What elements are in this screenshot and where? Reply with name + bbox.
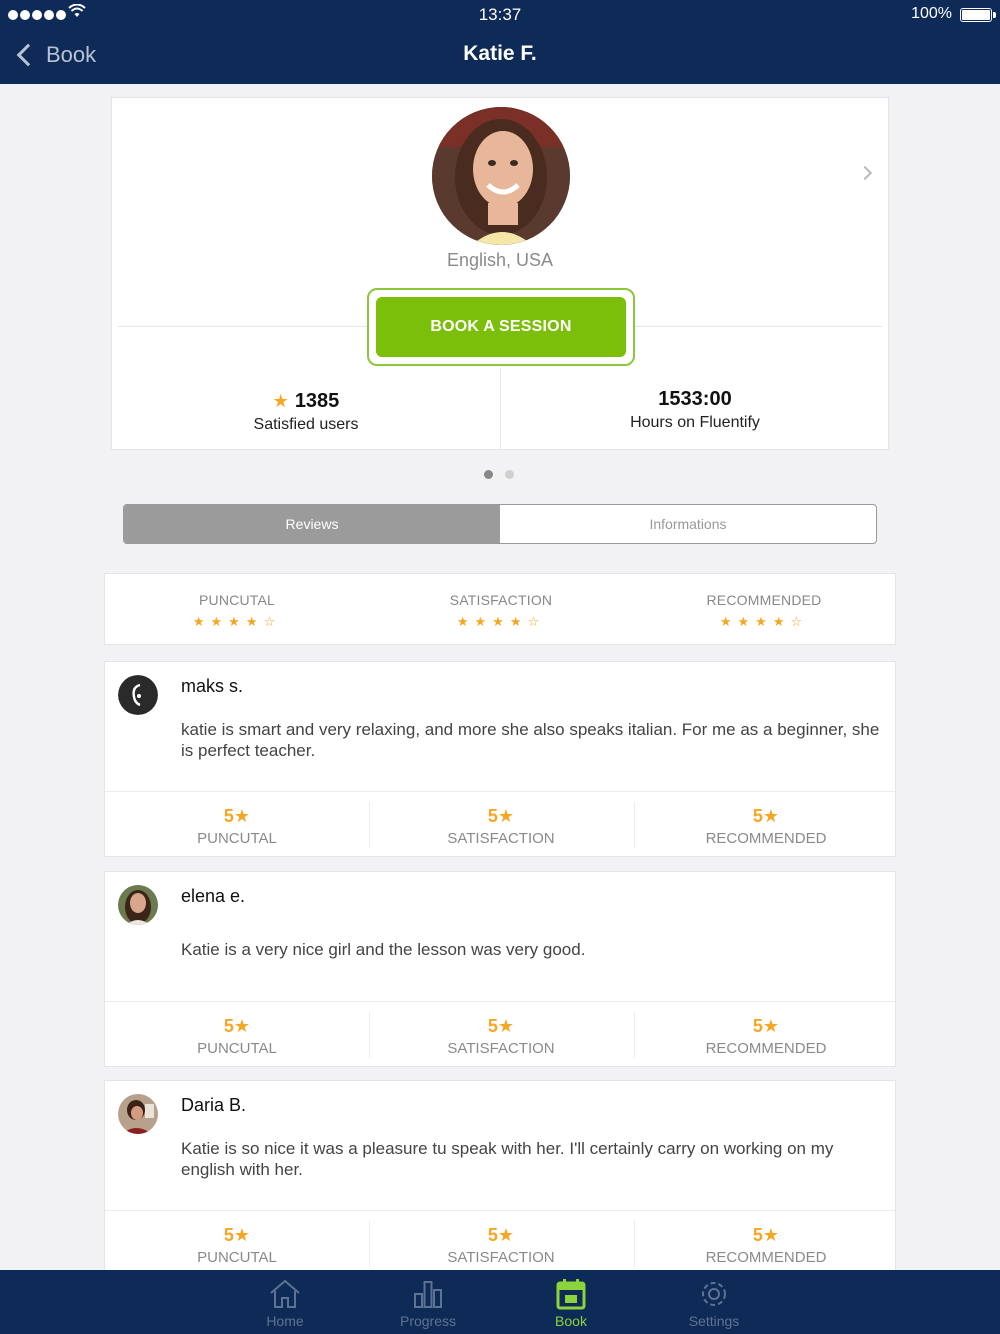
battery-percentage: 100% xyxy=(911,5,952,22)
score-puncutal: 5★ PUNCUTAL xyxy=(105,792,369,858)
tab-home[interactable]: Home xyxy=(215,1270,355,1334)
summary-label: RECOMMENDED xyxy=(706,592,822,608)
score-label: PUNCUTAL xyxy=(197,830,277,847)
book-session-button[interactable]: BOOK A SESSION xyxy=(376,297,626,357)
star-rating: ★★★★☆ xyxy=(192,614,282,629)
page-indicator[interactable] xyxy=(484,470,514,479)
review-scores: 5★ PUNCUTAL 5★ SATISFACTION 5★ RECOMMENDED xyxy=(105,1210,895,1276)
review-text: Katie is so nice it was a pleasure tu sp… xyxy=(181,1139,834,1179)
summary-label: PUNCUTAL xyxy=(198,592,276,608)
score-satisfaction: 5★ SATISFACTION xyxy=(369,792,633,858)
score-puncutal: 5★ PUNCUTAL xyxy=(105,1002,369,1068)
score-recommended: 5★ RECOMMENDED xyxy=(634,1002,898,1068)
score-value: 5★ xyxy=(223,806,251,826)
hours-label: Hours on Fluentify xyxy=(630,414,760,431)
review-card: elena e. Katie is a very nice girl and t… xyxy=(104,871,896,1067)
satisfied-users-label: Satisfied users xyxy=(253,416,359,433)
summary-label: SATISFACTION xyxy=(449,592,553,608)
book-session-button-frame: BOOK A SESSION xyxy=(367,288,635,366)
tutor-avatar xyxy=(432,107,570,245)
score-value: 5★ xyxy=(223,1225,251,1245)
summary-satisfaction: SATISFACTION ★★★★☆ xyxy=(369,592,633,630)
calendar-icon xyxy=(556,1278,586,1313)
reviewer-avatar xyxy=(118,1094,158,1134)
star-rating: ★★★★☆ xyxy=(719,614,809,629)
page-dot xyxy=(505,470,514,479)
score-value: 5★ xyxy=(752,806,780,826)
score-value: 5★ xyxy=(487,1225,515,1245)
bar-chart-icon xyxy=(412,1278,444,1313)
review-scores: 5★ PUNCUTAL 5★ SATISFACTION 5★ RECOMMENDED xyxy=(105,1001,895,1067)
score-label: PUNCUTAL xyxy=(197,1040,277,1057)
reviewer-name: elena e. xyxy=(181,886,246,906)
review-card: maks s. katie is smart and very relaxing… xyxy=(104,661,896,857)
tutor-language: English, USA xyxy=(446,250,554,270)
tab-reviews[interactable]: Reviews xyxy=(124,505,500,543)
score-value: 5★ xyxy=(752,1016,780,1036)
tab-book[interactable]: Book xyxy=(501,1270,641,1334)
review-scores: 5★ PUNCUTAL 5★ SATISFACTION 5★ RECOMMENDED xyxy=(105,791,895,857)
reviewer-avatar xyxy=(118,885,158,925)
status-bar: 13:37 100% xyxy=(0,0,1000,30)
reviewer-name: maks s. xyxy=(181,676,244,696)
score-label: RECOMMENDED xyxy=(705,1040,827,1057)
score-label: RECOMMENDED xyxy=(705,1249,827,1266)
score-value: 5★ xyxy=(223,1016,251,1036)
gear-icon xyxy=(698,1278,730,1313)
score-label: SATISFACTION xyxy=(447,830,555,847)
tab-label: Home xyxy=(266,1313,304,1329)
hours-value: 1533:00 xyxy=(658,388,732,410)
page-dot-active xyxy=(484,470,493,479)
review-text: Katie is a very nice girl and the lesson… xyxy=(181,940,586,959)
chevron-right-icon[interactable] xyxy=(857,165,873,181)
score-satisfaction: 5★ SATISFACTION xyxy=(369,1211,633,1277)
satisfied-users-stat: ★ 1385 Satisfied users xyxy=(112,390,500,434)
summary-recommended: RECOMMENDED ★★★★☆ xyxy=(632,592,896,630)
tab-label: Settings xyxy=(688,1313,740,1329)
home-icon xyxy=(268,1278,302,1313)
page-title: Katie F. xyxy=(463,42,537,65)
tab-label: Book xyxy=(555,1313,587,1329)
review-card: Daria B. Katie is so nice it was a pleas… xyxy=(104,1080,896,1276)
star-rating: ★★★★☆ xyxy=(456,614,546,629)
review-text: katie is smart and very relaxing, and mo… xyxy=(181,720,880,760)
tab-settings[interactable]: Settings xyxy=(644,1270,784,1334)
satisfied-users-value: 1385 xyxy=(294,390,340,412)
tutor-profile-card: English, USA BOOK A SESSION ★ 1385 Satisf… xyxy=(111,97,889,450)
reviewer-avatar xyxy=(118,675,158,715)
score-label: SATISFACTION xyxy=(447,1040,555,1057)
battery-icon xyxy=(960,8,996,22)
star-icon: ★ xyxy=(272,391,289,411)
summary-puncutal: PUNCUTAL ★★★★☆ xyxy=(105,592,369,630)
tab-informations[interactable]: Informations xyxy=(500,505,876,543)
score-label: SATISFACTION xyxy=(447,1249,555,1266)
score-value: 5★ xyxy=(752,1225,780,1245)
rating-summary: PUNCUTAL ★★★★☆ SATISFACTION ★★★★☆ RECOMM… xyxy=(104,573,896,645)
tab-progress[interactable]: Progress xyxy=(358,1270,498,1334)
score-value: 5★ xyxy=(487,806,515,826)
score-satisfaction: 5★ SATISFACTION xyxy=(369,1002,633,1068)
satisfied-users-count: ★ 1385 xyxy=(112,390,500,413)
navigation-bar: 13:37 100% Book Katie F. xyxy=(0,0,1000,84)
status-time: 13:37 xyxy=(478,5,522,24)
score-value: 5★ xyxy=(487,1016,515,1036)
score-recommended: 5★ RECOMMENDED xyxy=(634,792,898,858)
score-label: PUNCUTAL xyxy=(197,1249,277,1266)
bottom-tab-bar: Home Progress Book Settings xyxy=(0,1270,1000,1334)
tab-label: Progress xyxy=(399,1313,457,1329)
score-puncutal: 5★ PUNCUTAL xyxy=(105,1211,369,1277)
score-label: RECOMMENDED xyxy=(705,830,827,847)
score-recommended: 5★ RECOMMENDED xyxy=(634,1211,898,1277)
reviewer-name: Daria B. xyxy=(181,1095,247,1115)
hours-stat: 1533:00 Hours on Fluentify xyxy=(501,388,889,432)
reviews-informations-segmented-control: Reviews Informations xyxy=(123,504,877,544)
